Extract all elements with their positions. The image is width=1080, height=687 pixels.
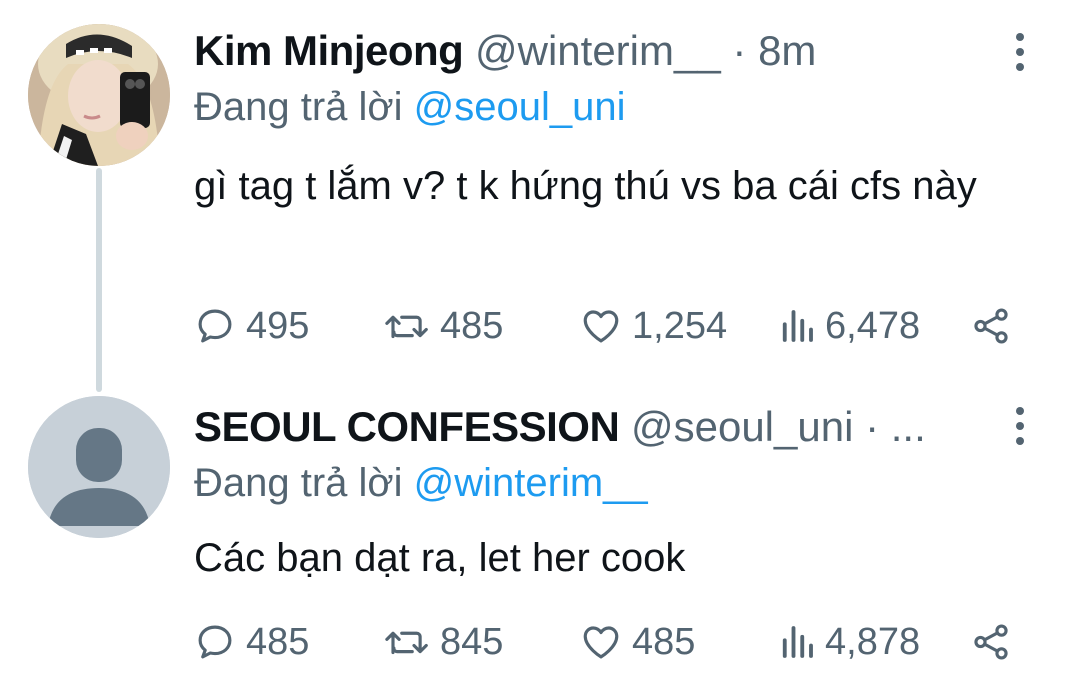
reply-icon <box>198 309 232 343</box>
more-options-icon[interactable] <box>1000 22 1040 82</box>
replying-to: Đang trả lời @seoul_uni <box>194 80 626 134</box>
views-icon <box>782 310 813 342</box>
retweet-button[interactable]: 845 <box>384 612 503 672</box>
reply-icon <box>198 625 232 659</box>
reply-button[interactable]: 495 <box>194 296 309 356</box>
share-icon <box>974 308 1008 344</box>
reply-count: 495 <box>246 304 310 347</box>
timestamp[interactable]: 8m <box>758 27 816 74</box>
action-bar: 485 845 485 4,878 <box>194 612 1020 672</box>
thread-line <box>96 168 102 392</box>
tweet[interactable]: SEOUL CONFESSION @seoul_uni · ... Đang t… <box>0 380 1080 687</box>
share-button[interactable] <box>970 612 1012 672</box>
mention-link[interactable]: @seoul_uni <box>414 85 626 129</box>
avatar[interactable] <box>28 396 170 538</box>
display-name[interactable]: SEOUL CONFESSION <box>194 403 620 450</box>
separator: · <box>865 403 880 450</box>
tweet[interactable]: Kim Minjeong @winterim__ · 8m Đang trả l… <box>0 0 1080 392</box>
views-icon <box>782 626 813 658</box>
like-count: 1,254 <box>632 304 728 347</box>
tweet-text: gì tag t lắm v? t k hứng thú vs ba cái c… <box>194 164 977 208</box>
avatar[interactable] <box>28 24 170 166</box>
retweet-button[interactable]: 485 <box>384 296 503 356</box>
separator: · <box>732 27 747 74</box>
tweet-header: SEOUL CONFESSION @seoul_uni · ... <box>194 400 1010 454</box>
action-bar: 495 485 1,254 6,478 <box>194 296 1020 356</box>
more-options-icon[interactable] <box>1000 396 1040 456</box>
replying-to: Đang trả lời @winterim__ <box>194 456 648 510</box>
views-count: 4,878 <box>825 620 921 663</box>
display-name[interactable]: Kim Minjeong <box>194 27 464 74</box>
views-button[interactable]: 6,478 <box>779 296 920 356</box>
replying-prefix: Đang trả lời <box>194 461 403 505</box>
user-handle[interactable]: @seoul_uni <box>631 403 853 450</box>
heart-icon <box>583 310 619 343</box>
heart-icon <box>583 626 619 659</box>
replying-prefix: Đang trả lời <box>194 85 403 129</box>
reply-count: 485 <box>246 620 310 663</box>
like-button[interactable]: 1,254 <box>580 296 727 356</box>
timestamp[interactable]: ... <box>891 403 926 450</box>
user-handle[interactable]: @winterim__ <box>475 27 721 74</box>
share-icon <box>974 624 1008 660</box>
retweet-count: 845 <box>440 620 504 663</box>
views-button[interactable]: 4,878 <box>779 612 920 672</box>
share-button[interactable] <box>970 296 1012 356</box>
like-count: 485 <box>632 620 696 663</box>
profile-photo <box>28 24 170 166</box>
reply-button[interactable]: 485 <box>194 612 309 672</box>
retweet-count: 485 <box>440 304 504 347</box>
tweet-text: Các bạn dạt ra, let her cook <box>194 536 686 580</box>
default-avatar-icon <box>28 396 170 538</box>
views-count: 6,478 <box>825 304 921 347</box>
like-button[interactable]: 485 <box>580 612 695 672</box>
retweet-icon <box>385 631 428 655</box>
mention-link[interactable]: @winterim__ <box>414 461 648 505</box>
retweet-icon <box>385 315 428 339</box>
tweet-header: Kim Minjeong @winterim__ · 8m <box>194 24 1010 78</box>
